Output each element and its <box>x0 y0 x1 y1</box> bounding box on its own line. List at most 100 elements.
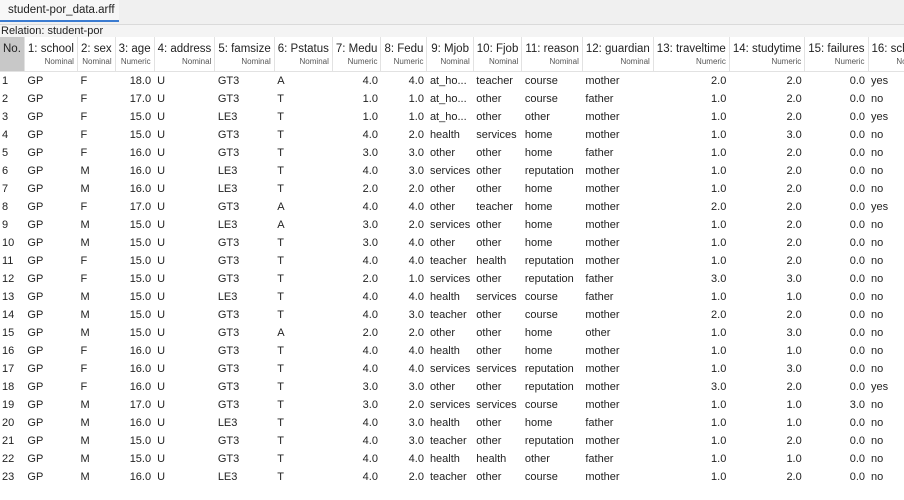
table-cell[interactable]: other <box>427 180 473 198</box>
table-cell[interactable]: U <box>154 468 215 486</box>
table-cell[interactable]: GP <box>24 432 77 450</box>
table-cell[interactable]: A <box>274 72 332 91</box>
table-cell[interactable]: 2.0 <box>332 324 381 342</box>
table-cell[interactable]: home <box>522 216 583 234</box>
table-cell[interactable]: home <box>522 126 583 144</box>
table-cell[interactable]: U <box>154 234 215 252</box>
table-cell[interactable]: health <box>427 288 473 306</box>
table-cell[interactable]: 1.0 <box>729 396 804 414</box>
table-cell[interactable]: 3.0 <box>332 378 381 396</box>
table-cell[interactable]: father <box>582 414 653 432</box>
table-cell[interactable]: LE3 <box>215 288 274 306</box>
table-cell[interactable]: no <box>868 342 904 360</box>
table-cell[interactable]: 4.0 <box>332 414 381 432</box>
table-cell[interactable]: U <box>154 432 215 450</box>
table-cell[interactable]: 4.0 <box>381 72 427 91</box>
table-cell[interactable]: 1.0 <box>653 450 729 468</box>
table-cell[interactable]: home <box>522 198 583 216</box>
table-cell[interactable]: 16.0 <box>115 144 154 162</box>
table-cell[interactable]: 1.0 <box>653 234 729 252</box>
table-cell[interactable]: services <box>427 162 473 180</box>
row-number[interactable]: 15 <box>0 324 24 342</box>
table-cell[interactable]: 4.0 <box>332 432 381 450</box>
table-cell[interactable]: 2.0 <box>729 90 804 108</box>
table-cell[interactable]: health <box>427 414 473 432</box>
row-number[interactable]: 23 <box>0 468 24 486</box>
table-cell[interactable]: health <box>427 126 473 144</box>
table-cell[interactable]: no <box>868 432 904 450</box>
table-cell[interactable]: mother <box>582 252 653 270</box>
table-cell[interactable]: 3.0 <box>729 126 804 144</box>
table-cell[interactable]: yes <box>868 378 904 396</box>
table-cell[interactable]: mother <box>582 216 653 234</box>
table-cell[interactable]: 0.0 <box>805 162 868 180</box>
table-cell[interactable]: T <box>274 396 332 414</box>
table-cell[interactable]: U <box>154 198 215 216</box>
row-number[interactable]: 2 <box>0 90 24 108</box>
table-cell[interactable]: 4.0 <box>381 252 427 270</box>
table-cell[interactable]: GP <box>24 126 77 144</box>
table-cell[interactable]: 2.0 <box>729 252 804 270</box>
table-cell[interactable]: U <box>154 126 215 144</box>
table-cell[interactable]: 3.0 <box>729 360 804 378</box>
table-cell[interactable]: 0.0 <box>805 342 868 360</box>
table-cell[interactable]: other <box>473 234 522 252</box>
table-cell[interactable]: F <box>77 144 115 162</box>
table-cell[interactable]: father <box>582 270 653 288</box>
table-cell[interactable]: T <box>274 342 332 360</box>
table-cell[interactable]: other <box>473 90 522 108</box>
table-cell[interactable]: 16.0 <box>115 378 154 396</box>
table-cell[interactable]: father <box>582 90 653 108</box>
table-cell[interactable]: 2.0 <box>729 108 804 126</box>
table-cell[interactable]: other <box>473 162 522 180</box>
table-cell[interactable]: 1.0 <box>729 414 804 432</box>
table-cell[interactable]: no <box>868 162 904 180</box>
table-cell[interactable]: M <box>77 396 115 414</box>
table-cell[interactable]: GT3 <box>215 198 274 216</box>
table-cell[interactable]: M <box>77 468 115 486</box>
table-row[interactable]: 9 GP M 15.0 U LE3 A 3.0 2.0 services other home moth… <box>0 216 904 234</box>
table-cell[interactable]: services <box>427 360 473 378</box>
table-cell[interactable]: no <box>868 396 904 414</box>
row-number[interactable]: 9 <box>0 216 24 234</box>
table-cell[interactable]: 4.0 <box>332 288 381 306</box>
table-cell[interactable]: 1.0 <box>653 90 729 108</box>
column-header[interactable]: 10: Fjob Nominal <box>473 37 523 72</box>
table-row[interactable]: 8 GP F 17.0 U GT3 A 4.0 4.0 other teacher home mothe… <box>0 198 904 216</box>
table-cell[interactable]: M <box>77 414 115 432</box>
table-cell[interactable]: F <box>77 378 115 396</box>
table-cell[interactable]: GT3 <box>215 342 274 360</box>
table-cell[interactable]: 15.0 <box>115 108 154 126</box>
column-header[interactable]: 14: studytime Numeric <box>729 37 806 72</box>
table-cell[interactable]: mother <box>582 342 653 360</box>
table-cell[interactable]: M <box>77 324 115 342</box>
table-cell[interactable]: GP <box>24 90 77 108</box>
table-cell[interactable]: teacher <box>473 198 522 216</box>
table-cell[interactable]: at_ho... <box>427 90 473 108</box>
table-cell[interactable]: other <box>473 378 522 396</box>
table-cell[interactable]: T <box>274 306 332 324</box>
table-cell[interactable]: 0.0 <box>805 450 868 468</box>
table-cell[interactable]: T <box>274 378 332 396</box>
table-cell[interactable]: F <box>77 108 115 126</box>
table-cell[interactable]: M <box>77 450 115 468</box>
row-number[interactable]: 16 <box>0 342 24 360</box>
table-cell[interactable]: 3.0 <box>729 270 804 288</box>
table-cell[interactable]: GT3 <box>215 360 274 378</box>
table-cell[interactable]: 18.0 <box>115 72 154 91</box>
table-cell[interactable]: services <box>473 396 522 414</box>
table-cell[interactable]: 17.0 <box>115 198 154 216</box>
table-cell[interactable]: 3.0 <box>381 432 427 450</box>
table-cell[interactable]: 16.0 <box>115 468 154 486</box>
table-cell[interactable]: mother <box>582 360 653 378</box>
table-cell[interactable]: other <box>427 198 473 216</box>
table-cell[interactable]: at_ho... <box>427 108 473 126</box>
table-cell[interactable]: 2.0 <box>381 468 427 486</box>
table-cell[interactable]: 1.0 <box>729 288 804 306</box>
table-cell[interactable]: 0.0 <box>805 216 868 234</box>
table-cell[interactable]: course <box>522 306 583 324</box>
table-cell[interactable]: GP <box>24 216 77 234</box>
table-cell[interactable]: no <box>868 414 904 432</box>
table-cell[interactable]: 15.0 <box>115 252 154 270</box>
row-number[interactable]: 12 <box>0 270 24 288</box>
